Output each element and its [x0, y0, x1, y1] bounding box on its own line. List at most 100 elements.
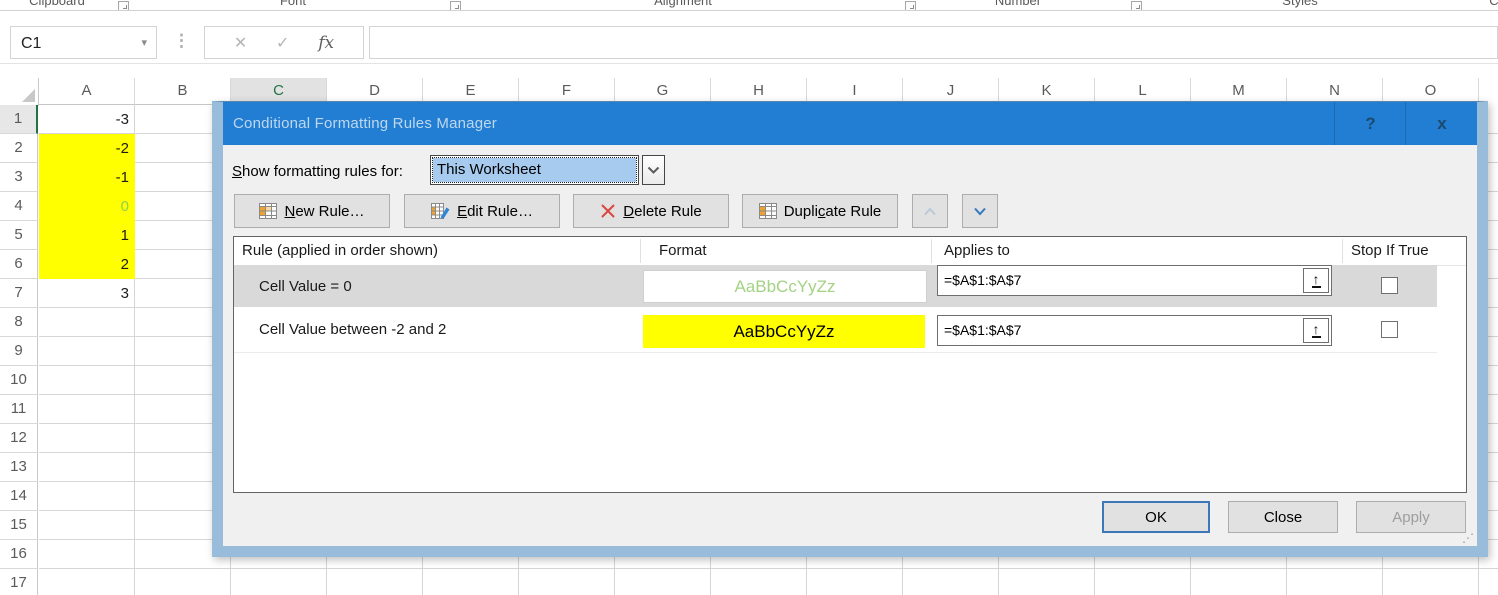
row-header-6[interactable]: 6	[0, 250, 38, 279]
cf-rules-manager-dialog: Conditional Formatting Rules Manager ? x…	[212, 101, 1488, 557]
row-header-14[interactable]: 14	[0, 482, 38, 511]
row-header-10[interactable]: 10	[0, 366, 38, 395]
name-box-value: C1	[21, 35, 41, 52]
dialog-launcher-icon[interactable]	[905, 1, 916, 11]
header-divider	[1342, 239, 1343, 263]
cell-a4[interactable]: 0	[39, 192, 135, 221]
column-header-a[interactable]: A	[39, 78, 135, 105]
cell-a1[interactable]: -3	[39, 105, 135, 134]
select-all-triangle-icon	[22, 89, 35, 102]
help-button[interactable]: ?	[1334, 102, 1406, 145]
collapse-dialog-arrow-icon: ↑	[1312, 273, 1321, 288]
cancel-icon[interactable]: ✕	[234, 33, 247, 53]
edit-rule-label: Edit Rule…	[457, 203, 533, 220]
header-stop-if-true: Stop If True	[1351, 237, 1429, 265]
formula-bar-separator: ⋮	[173, 26, 190, 59]
rule-row-1[interactable]: Cell Value = 0 AaBbCcYyZz =$A$1:$A$7 ↑	[234, 265, 1437, 307]
move-rule-down-button[interactable]	[962, 194, 998, 228]
delete-rule-label: Delete Rule	[623, 203, 701, 220]
format-preview: AaBbCcYyZz	[643, 270, 927, 303]
duplicate-rule-button[interactable]: Duplicate Rule	[742, 194, 898, 228]
applies-to-value: =$A$1:$A$7	[944, 322, 1021, 338]
row-header-12[interactable]: 12	[0, 424, 38, 453]
scope-dropdown[interactable]: This Worksheet	[430, 155, 639, 185]
delete-rule-button[interactable]: Delete Rule	[573, 194, 729, 228]
table-pencil-icon	[431, 203, 450, 219]
new-rule-label: New Rule…	[284, 203, 364, 220]
cell-a2[interactable]: -2	[39, 134, 135, 163]
cell-a7[interactable]: 3	[39, 279, 135, 308]
cell-a5[interactable]: 1	[39, 221, 135, 250]
applies-to-value: =$A$1:$A$7	[944, 272, 1021, 288]
header-divider	[931, 239, 932, 263]
new-rule-button[interactable]: New Rule…	[234, 194, 390, 228]
ok-button[interactable]: OK	[1102, 501, 1210, 533]
formula-input[interactable]	[369, 26, 1498, 59]
table-grid-icon	[759, 203, 777, 219]
red-x-icon	[600, 203, 616, 219]
chevron-up-icon	[923, 207, 937, 216]
scope-dropdown-value: This Worksheet	[433, 158, 636, 182]
formula-bar-row: C1 ▾ ⋮ ✕ ✓ fx	[0, 11, 1498, 64]
row-header-16[interactable]: 16	[0, 540, 38, 569]
row-header-1[interactable]: 1	[0, 105, 38, 134]
cell-a6[interactable]: 2	[39, 250, 135, 279]
row-header-2[interactable]: 2	[0, 134, 38, 163]
dialog-launcher-icon[interactable]	[118, 1, 129, 11]
name-box[interactable]: C1 ▾	[10, 26, 157, 59]
enter-icon[interactable]: ✓	[276, 33, 289, 53]
rule-description: Cell Value between -2 and 2	[259, 307, 446, 352]
resize-grip[interactable]: ⋰	[1462, 531, 1474, 545]
dialog-title: Conditional Formatting Rules Manager	[233, 102, 497, 145]
rule-description: Cell Value = 0	[259, 265, 352, 307]
excel-window: Clipboard Font Alignment Number Styles C…	[0, 0, 1498, 595]
close-icon[interactable]: x	[1405, 102, 1478, 145]
header-rule: Rule (applied in order shown)	[242, 237, 438, 265]
row-header-13[interactable]: 13	[0, 453, 38, 482]
close-button[interactable]: Close	[1228, 501, 1338, 533]
row-header-7[interactable]: 7	[0, 279, 38, 308]
collapse-dialog-button[interactable]: ↑	[1303, 268, 1329, 293]
row-header-8[interactable]: 8	[0, 308, 38, 337]
collapse-dialog-button[interactable]: ↑	[1303, 318, 1329, 343]
rules-table-header: Rule (applied in order shown) Format App…	[234, 237, 1466, 266]
ribbon-group-alignment: Alignment	[654, 0, 712, 8]
row-header-17[interactable]: 17	[0, 569, 38, 595]
apply-button[interactable]: Apply	[1356, 501, 1466, 533]
move-rule-up-button[interactable]	[912, 194, 948, 228]
stop-if-true-checkbox[interactable]	[1381, 321, 1398, 338]
show-rules-label: Show formatting rules for:	[232, 158, 403, 186]
ribbon-group-number: Number	[995, 0, 1041, 8]
header-format: Format	[659, 237, 707, 265]
row-header-5[interactable]: 5	[0, 221, 38, 250]
chevron-down-icon	[973, 207, 987, 216]
row-header-4[interactable]: 4	[0, 192, 38, 221]
dialog-title-bar[interactable]: Conditional Formatting Rules Manager ? x	[223, 102, 1477, 145]
rules-table: Rule (applied in order shown) Format App…	[233, 236, 1467, 493]
edit-rule-button[interactable]: Edit Rule…	[404, 194, 560, 228]
header-applies-to: Applies to	[944, 237, 1010, 265]
insert-function-icon[interactable]: fx	[318, 33, 334, 53]
row-header-11[interactable]: 11	[0, 395, 38, 424]
row-header-9[interactable]: 9	[0, 337, 38, 366]
table-grid-icon	[259, 203, 277, 219]
ribbon-group-clipboard: Clipboard	[29, 0, 85, 8]
chevron-down-icon[interactable]: ▾	[141, 27, 147, 60]
formula-bar-buttons: ✕ ✓ fx	[204, 26, 364, 59]
row-header-3[interactable]: 3	[0, 163, 38, 192]
applies-to-input[interactable]: =$A$1:$A$7 ↑	[937, 315, 1332, 346]
ribbon-group-styles: Styles	[1282, 0, 1317, 8]
duplicate-rule-label: Duplicate Rule	[784, 203, 882, 220]
select-all-button[interactable]	[0, 78, 39, 106]
format-preview: AaBbCcYyZz	[643, 315, 925, 348]
ribbon-bottom-strip: Clipboard Font Alignment Number Styles C	[0, 0, 1498, 11]
header-divider	[640, 239, 641, 263]
scope-dropdown-button[interactable]	[642, 155, 665, 185]
cell-a3[interactable]: -1	[39, 163, 135, 192]
rule-row-2[interactable]: Cell Value between -2 and 2 AaBbCcYyZz =…	[234, 307, 1437, 353]
dialog-launcher-icon[interactable]	[450, 1, 461, 11]
applies-to-input[interactable]: =$A$1:$A$7 ↑	[937, 265, 1332, 296]
dialog-launcher-icon[interactable]	[1131, 1, 1142, 11]
row-header-15[interactable]: 15	[0, 511, 38, 540]
stop-if-true-checkbox[interactable]	[1381, 277, 1398, 294]
